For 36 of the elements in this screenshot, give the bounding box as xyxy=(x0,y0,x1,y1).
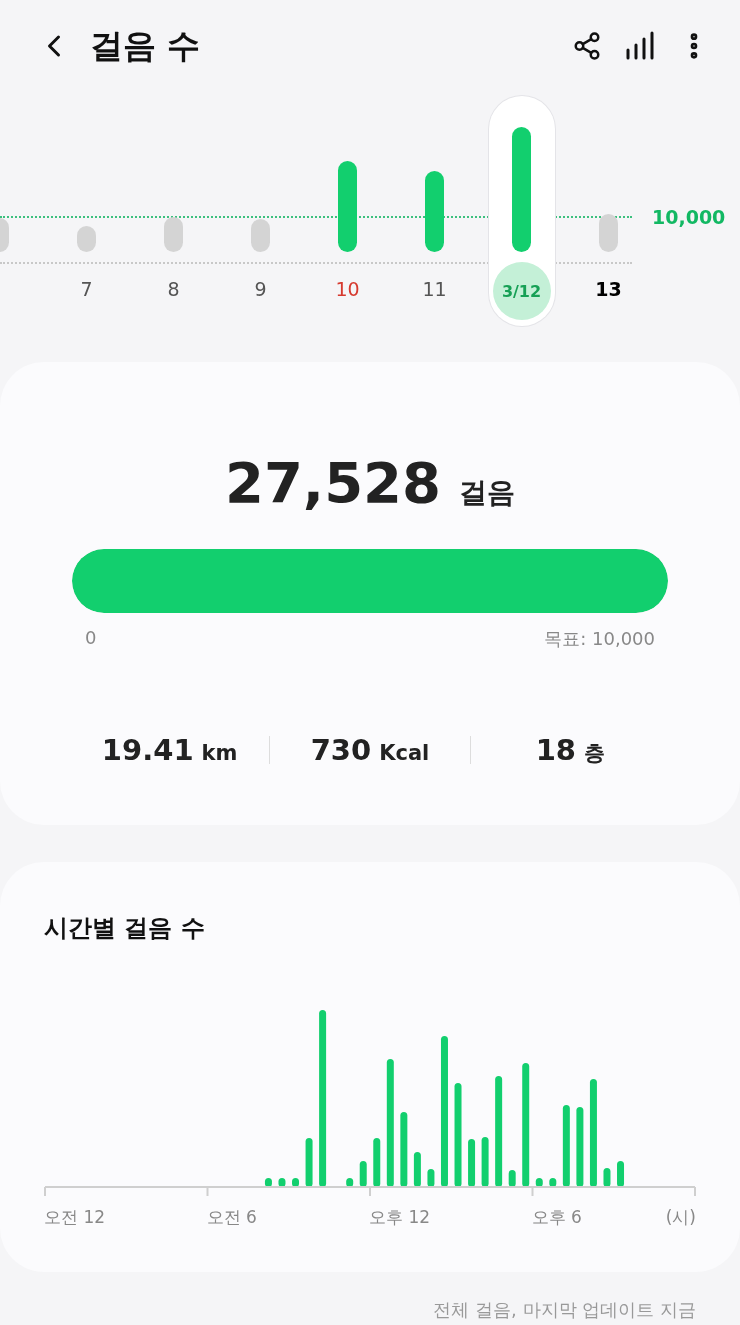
axis-label: 오후 6 xyxy=(531,1206,582,1229)
stat-value: 18 xyxy=(535,733,576,767)
day-bar[interactable] xyxy=(425,171,444,252)
axis-label: 오전 6 xyxy=(206,1206,257,1229)
day-label: 11 xyxy=(422,278,447,300)
selected-day-highlight[interactable]: 3/12 xyxy=(488,96,555,326)
day-bar[interactable] xyxy=(599,214,618,252)
stat-unit: 층 xyxy=(584,740,605,767)
day-bar[interactable] xyxy=(251,219,270,252)
day-label: 8 xyxy=(167,278,180,300)
day-bar[interactable] xyxy=(164,217,183,252)
axis-label: 오전 12 xyxy=(44,1206,106,1229)
day-bar[interactable] xyxy=(512,127,531,252)
goal-text: 목표: 10,000 xyxy=(544,627,655,651)
day-label: 13 xyxy=(595,278,622,300)
day-label: 3/12 xyxy=(492,262,551,320)
goal-label: 10,000 xyxy=(652,206,726,228)
axis-label: (시) xyxy=(665,1206,696,1229)
hourly-title: 시간별 걸음 수 xyxy=(44,913,206,944)
bar-chart-icon[interactable] xyxy=(624,30,656,62)
share-icon[interactable] xyxy=(572,31,602,61)
day-label: 7 xyxy=(80,278,93,300)
step-unit: 걸음 xyxy=(459,475,516,511)
page-title: 걸음 수 xyxy=(90,24,202,67)
progress-start-label: 0 xyxy=(85,627,97,650)
stat-value: 19.41 xyxy=(101,733,194,767)
day-label: 9 xyxy=(254,278,267,300)
update-status: 전체 걸음, 마지막 업데이트 지금 xyxy=(432,1298,696,1322)
step-count: 27,528 xyxy=(224,450,442,515)
stat-unit: Kcal xyxy=(379,741,430,765)
axis-label: 오후 12 xyxy=(369,1206,431,1229)
stat-unit: km xyxy=(201,741,238,765)
day-label: 10 xyxy=(335,278,360,300)
day-bar[interactable] xyxy=(77,226,96,252)
day-bar[interactable] xyxy=(338,161,357,252)
stat-value: 730 xyxy=(310,733,372,767)
